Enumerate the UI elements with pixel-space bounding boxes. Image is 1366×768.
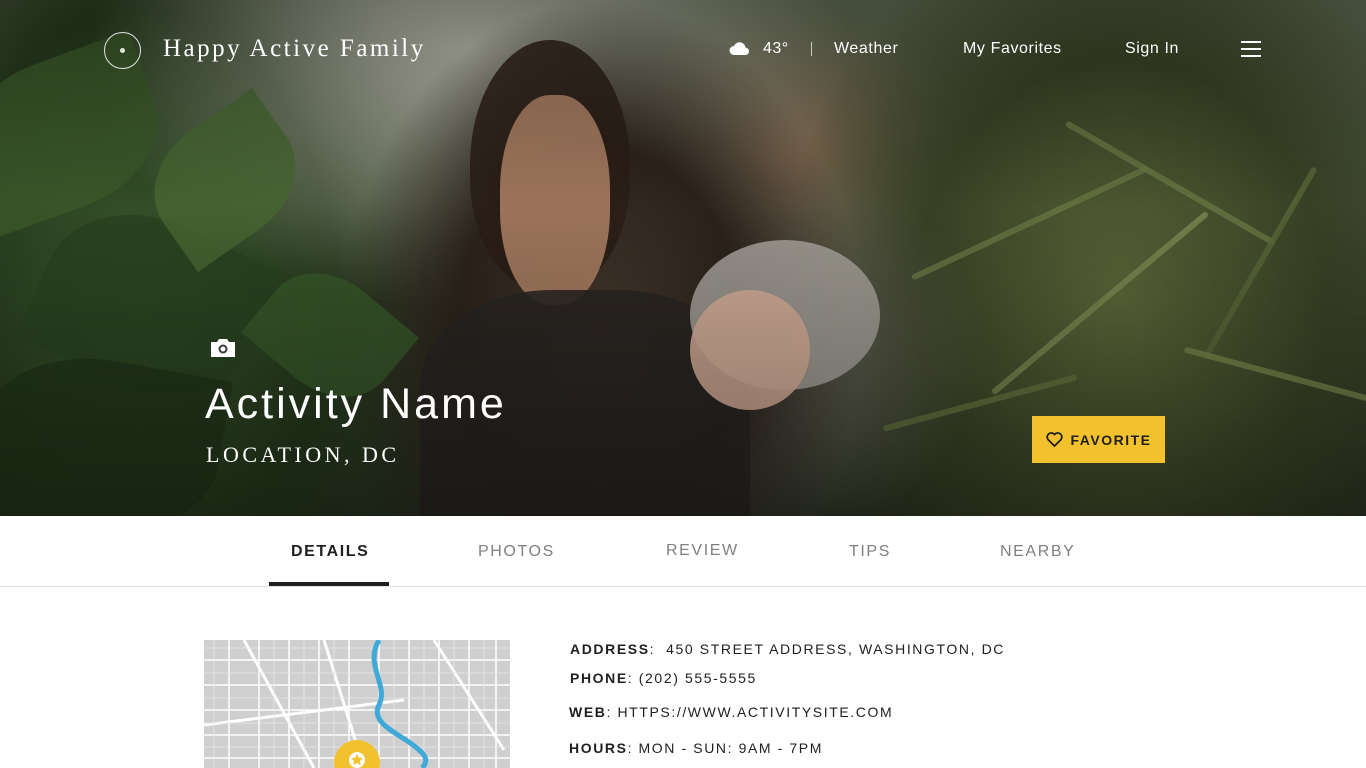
web-label: WEB — [569, 704, 607, 720]
nav-link-weather[interactable]: Weather — [834, 40, 898, 58]
address-label: ADDRESS — [570, 641, 650, 657]
hours-row: HOURS: MON - SUN: 9AM - 7PM — [569, 740, 824, 756]
brand-name[interactable]: Happy Active Family — [163, 35, 426, 63]
location-map[interactable] — [204, 640, 510, 768]
temperature-readout: 43° — [763, 40, 789, 57]
tab-photos[interactable]: PHOTOS — [478, 543, 555, 561]
activity-title: Activity Name — [205, 380, 507, 428]
web-row: WEB: HTTPS://WWW.ACTIVITYSITE.COM — [569, 704, 894, 720]
phone-label: PHONE — [570, 670, 628, 686]
active-tab-indicator — [269, 582, 389, 586]
hero-banner: Happy Active Family 43° Weather My Favor… — [0, 0, 1366, 516]
web-link[interactable]: HTTPS://WWW.ACTIVITYSITE.COM — [617, 704, 893, 720]
tab-bar: DETAILS PHOTOS REVIEW TIPS NEARBY — [0, 516, 1366, 587]
hours-value: MON - SUN: 9AM - 7PM — [638, 740, 824, 756]
hours-label: HOURS — [569, 740, 628, 756]
favorite-button-label: FAVORITE — [1070, 431, 1152, 448]
camera-icon[interactable] — [209, 337, 237, 359]
address-value: 450 STREET ADDRESS, WASHINGTON, DC — [666, 641, 1006, 657]
heart-icon — [1045, 432, 1063, 447]
tab-tips[interactable]: TIPS — [849, 543, 891, 561]
cloud-icon — [729, 42, 749, 55]
nav-divider — [811, 42, 812, 56]
activity-location: LOCATION, DC — [206, 442, 400, 467]
tab-details[interactable]: DETAILS — [291, 543, 369, 561]
tab-nearby[interactable]: NEARBY — [1000, 543, 1075, 561]
star-map-marker-icon[interactable] — [334, 740, 380, 768]
nav-link-my-favorites[interactable]: My Favorites — [963, 40, 1062, 58]
top-navigation: Happy Active Family 43° Weather My Favor… — [0, 0, 1366, 100]
phone-row: PHONE: (202) 555-5555 — [570, 670, 757, 686]
phone-value[interactable]: (202) 555-5555 — [639, 670, 757, 686]
favorite-button[interactable]: FAVORITE — [1032, 416, 1165, 463]
hamburger-menu-icon[interactable] — [1241, 41, 1261, 57]
address-row: ADDRESS: 450 STREET ADDRESS, WASHINGTON,… — [570, 641, 1006, 657]
tab-review[interactable]: REVIEW — [666, 542, 739, 560]
nav-link-sign-in[interactable]: Sign In — [1125, 40, 1179, 58]
brand-logo-icon[interactable] — [104, 32, 141, 69]
